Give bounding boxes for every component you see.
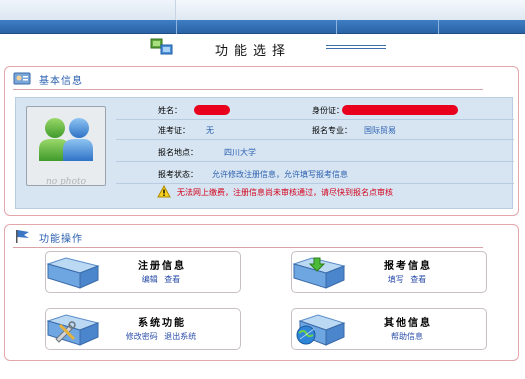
card-title: 系统功能 (138, 318, 186, 329)
info-row: 姓名： 身份证： (116, 100, 514, 120)
function-select-icon (150, 38, 173, 55)
flag-icon (16, 230, 29, 243)
folder-icon (46, 257, 100, 289)
users-silhouette-icon (39, 118, 93, 161)
warning-icon (157, 185, 171, 198)
major-value: 国际贸易 (364, 126, 396, 135)
folder-download-icon (292, 257, 346, 289)
name-label: 姓名： (158, 106, 182, 115)
id-label: 身份证： (312, 106, 344, 115)
nav-cell (176, 20, 336, 34)
major-label: 报名专业： (312, 126, 352, 135)
page-title: 功能选择 (215, 44, 292, 59)
photo-placeholder: no photo (26, 106, 106, 187)
exam-no-label: 准考证： (158, 126, 190, 135)
basic-info-panel: 基本信息 no photo 姓名： 身份证： 准考证： 无 报名专业： 国际贸易… (4, 66, 519, 216)
section-divider (13, 89, 483, 90)
help-link[interactable]: 帮助信息 (391, 332, 423, 341)
exam-no-value: 无 (206, 126, 214, 135)
logout-link[interactable]: 退出系统 (164, 332, 196, 341)
nav-cell (438, 20, 525, 34)
card-links: 填写 查看 (352, 274, 462, 285)
warning-message: 无法网上缴费，注册信息尚未审核通过，请尽快到报名点审核 (177, 188, 393, 197)
location-label: 报名地点： (158, 148, 198, 157)
info-row: 报考状态： 允许修改注册信息，允许填写报考信息 (116, 164, 514, 184)
card-links: 帮助信息 (352, 331, 462, 342)
page-root: 功能选择 基本信息 no photo 姓名： 身份证： 准考证： 无 报名专业：… (0, 0, 525, 379)
top-banner-corner (0, 0, 176, 20)
location-value: 四川大学 (224, 148, 256, 157)
section-divider (13, 247, 483, 248)
view-link[interactable]: 查看 (410, 275, 426, 284)
function-title: 功能操作 (39, 234, 83, 245)
info-row: 报名地点： 四川大学 (116, 142, 514, 162)
registration-info-card[interactable]: 注册信息 编辑 查看 (45, 251, 241, 293)
function-panel: 功能操作 注册信息 编辑 查看 报考信息 填写 查看 系统功能 修改密码 退出系… (4, 224, 519, 361)
card-title: 其他信息 (384, 318, 432, 329)
basic-info-title: 基本信息 (39, 76, 83, 87)
system-functions-card[interactable]: 系统功能 修改密码 退出系统 (45, 308, 241, 350)
exam-info-card[interactable]: 报考信息 填写 查看 (291, 251, 487, 293)
user-info-icon (13, 72, 31, 85)
nav-cell (336, 20, 438, 34)
nav-strip (0, 20, 525, 34)
top-banner (0, 0, 525, 20)
folder-tools-icon (46, 314, 100, 346)
card-title: 注册信息 (138, 261, 186, 272)
change-password-link[interactable]: 修改密码 (126, 332, 158, 341)
name-redaction (194, 105, 230, 115)
status-label: 报考状态： (158, 170, 198, 179)
title-underline (326, 45, 386, 51)
edit-link[interactable]: 编辑 (142, 275, 158, 284)
globe-folder-icon (296, 314, 346, 346)
info-row: 准考证： 无 报名专业： 国际贸易 (116, 120, 514, 140)
view-link[interactable]: 查看 (164, 275, 180, 284)
id-redaction (342, 105, 458, 115)
card-links: 修改密码 退出系统 (106, 331, 216, 342)
status-value: 允许修改注册信息，允许填写报考信息 (212, 170, 348, 179)
fill-in-link[interactable]: 填写 (388, 275, 404, 284)
other-info-card[interactable]: 其他信息 帮助信息 (291, 308, 487, 350)
card-title: 报考信息 (384, 261, 432, 272)
card-links: 编辑 查看 (106, 274, 216, 285)
photo-caption: no photo (45, 177, 87, 187)
